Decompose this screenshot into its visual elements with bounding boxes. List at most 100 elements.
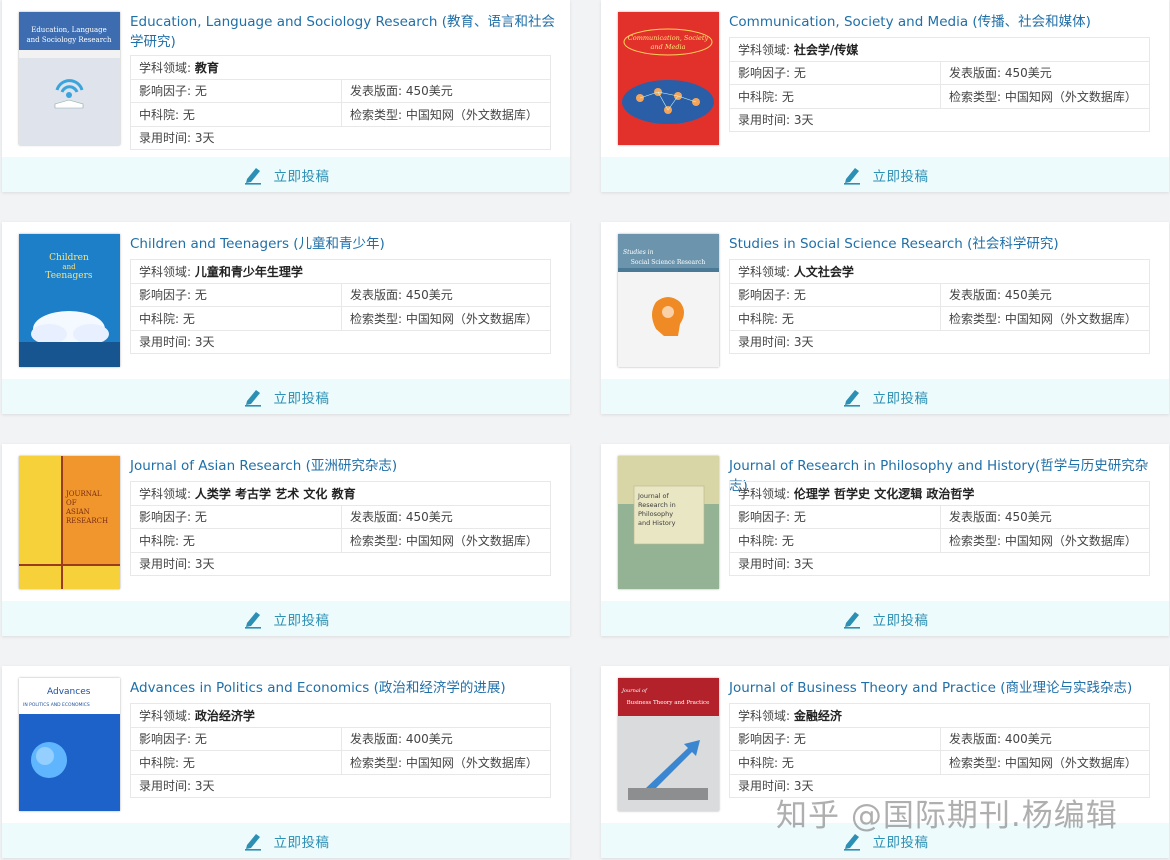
journal-info-table: 学科领域: 社会学/传媒 影响因子: 无 发表版面: 450美元 中科院: 无 … [729,37,1150,132]
field-label: 学科领域: [139,60,192,75]
cas-value: 无 [781,89,794,104]
journal-title-link[interactable]: Advances in Politics and Economics (政治和经… [130,678,560,698]
cover-title-line: Journal of [637,492,670,500]
field-label: 学科领域: [139,264,192,279]
index-label: 检索类型: [949,89,1002,104]
fee-label: 发表版面: [949,288,1002,303]
submit-button[interactable]: 立即投稿 [601,379,1169,414]
time-label: 录用时间: [139,131,192,146]
time-label: 录用时间: [139,557,192,572]
journal-title-link[interactable]: Journal of Business Theory and Practice … [729,678,1159,698]
cas-label: 中科院: [738,533,779,548]
impact-label: 影响因子: [738,510,791,525]
cas-label: 中科院: [738,755,779,770]
cas-label: 中科院: [738,311,779,326]
submit-button[interactable]: 立即投稿 [2,157,570,192]
time-value: 3天 [793,557,814,572]
impact-label: 影响因子: [738,288,791,303]
fee-value: 450美元 [1004,510,1052,525]
cas-label: 中科院: [139,107,180,122]
cas-value: 无 [781,311,794,326]
submit-label: 立即投稿 [872,168,929,185]
field-label: 学科领域: [139,486,192,501]
impact-label: 影响因子: [738,66,791,81]
submit-label: 立即投稿 [273,168,330,185]
cover-title-line: and History [638,519,676,527]
journal-cover-image[interactable]: Education, Language and Sociology Resear… [19,12,120,145]
cas-value: 无 [182,311,195,326]
cover-title-line: RESEARCH [66,517,108,525]
submit-label: 立即投稿 [273,834,330,851]
index-value: 中国知网（外文数据库） [1004,311,1137,326]
pencil-edit-icon [843,389,860,407]
journal-card: Advances IN POLITICS AND ECONOMICS Advan… [2,666,570,858]
time-value: 3天 [194,779,215,794]
journal-title-link[interactable]: Children and Teenagers (儿童和青少年) [130,234,560,254]
impact-label: 影响因子: [738,732,791,747]
fee-value: 450美元 [1004,66,1052,81]
journal-info-table: 学科领域: 人文社会学 影响因子: 无 发表版面: 450美元 中科院: 无 检… [729,259,1150,354]
journal-cover-image[interactable]: Advances IN POLITICS AND ECONOMICS [19,678,120,811]
cover-title-line: Journal of [621,688,648,694]
fee-value: 450美元 [1004,288,1052,303]
journal-title-link[interactable]: Education, Language and Sociology Resear… [130,12,560,52]
cover-title-line: Studies in [623,249,654,256]
submit-button[interactable]: 立即投稿 [2,379,570,414]
journal-cover-image[interactable]: Journal of Business Theory and Practice [618,678,719,811]
journal-title-link[interactable]: Studies in Social Science Research (社会科学… [729,234,1159,254]
cas-value: 无 [182,755,195,770]
impact-label: 影响因子: [139,84,192,99]
cover-title-line: JOURNAL [65,490,102,498]
cover-title-line: Teenagers [45,271,93,281]
impact-value: 无 [793,288,806,303]
field-value: 人文社会学 [793,264,854,279]
cas-value: 无 [182,533,195,548]
fee-value: 450美元 [405,84,453,99]
field-label: 学科领域: [738,708,791,723]
fee-label: 发表版面: [350,732,403,747]
index-label: 检索类型: [350,107,403,122]
submit-button[interactable]: 立即投稿 [2,823,570,858]
journal-cover-image[interactable]: Children and Teenagers [19,234,120,367]
submit-label: 立即投稿 [872,390,929,407]
journal-cover-image[interactable]: Journal of Research in Philosophy and Hi… [618,456,719,589]
pencil-edit-icon [843,167,860,185]
time-value: 3天 [793,113,814,128]
cas-value: 无 [781,533,794,548]
submit-button[interactable]: 立即投稿 [2,601,570,636]
submit-button[interactable]: 立即投稿 [601,157,1169,192]
impact-label: 影响因子: [139,288,192,303]
time-value: 3天 [194,335,215,350]
journal-cover-image[interactable]: Studies in Social Science Research [618,234,719,367]
cover-title-line: and [62,263,76,271]
impact-value: 无 [793,510,806,525]
submit-label: 立即投稿 [273,612,330,629]
impact-value: 无 [194,288,207,303]
cover-title-line: IN POLITICS AND ECONOMICS [23,702,90,708]
journal-title-link[interactable]: Communication, Society and Media (传播、社会和… [729,12,1159,32]
submit-button[interactable]: 立即投稿 [601,601,1169,636]
fee-value: 450美元 [405,288,453,303]
impact-label: 影响因子: [139,510,192,525]
fee-label: 发表版面: [350,510,403,525]
cover-title-line: and Sociology Research [27,36,112,44]
journal-card: Education, Language and Sociology Resear… [2,0,570,192]
fee-value: 450美元 [405,510,453,525]
journal-cover-image[interactable]: JOURNAL OF ASIAN RESEARCH [19,456,120,589]
cover-title-line: Philosophy [638,510,673,518]
cas-label: 中科院: [139,533,180,548]
watermark-text: 知乎 @国际期刊.杨编辑 [776,798,1118,834]
journal-card: Studies in Social Science Research Studi… [601,222,1169,414]
index-value: 中国知网（外文数据库） [1004,755,1137,770]
time-value: 3天 [194,557,215,572]
cover-title-line: Communication, Society [628,34,709,42]
pencil-edit-icon [244,833,261,851]
journal-title-link[interactable]: Journal of Asian Research (亚洲研究杂志) [130,456,560,476]
field-value: 教育 [194,60,219,75]
field-label: 学科领域: [738,42,791,57]
time-value: 3天 [194,131,215,146]
fee-label: 发表版面: [949,66,1002,81]
journal-cover-image[interactable]: Communication, Society and Media [618,12,719,145]
journal-card: JOURNAL OF ASIAN RESEARCH Journal of Asi… [2,444,570,636]
cover-title-line: ASIAN [65,508,90,516]
